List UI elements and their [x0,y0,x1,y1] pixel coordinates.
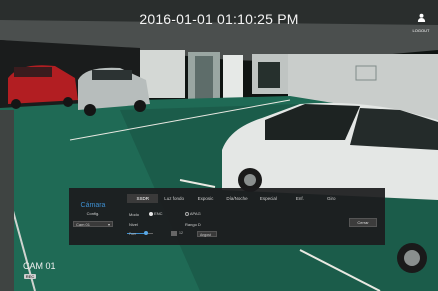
camera-select[interactable]: Cam 01 ▾ [73,221,113,227]
mode-on-option[interactable]: ENC [149,211,163,216]
mode-off-label: APAG [189,211,201,216]
panel-subtitle: Config. [86,211,100,216]
camera-feed-image [0,0,438,291]
camera-select-value: Cam 01 [76,222,91,227]
tab-focus[interactable]: Enf. [284,194,315,203]
tab-ssdr[interactable]: SSDR [127,194,159,203]
mode-on-label: ENC [154,211,163,216]
range-select[interactable]: Angost [197,231,217,237]
radio-selected-icon [149,211,153,216]
tab-special[interactable]: Especial [253,194,284,203]
tab-backlight[interactable]: Luz fondo [158,194,189,203]
slider-knob[interactable] [144,231,148,235]
tab-exposure[interactable]: Exposic [190,194,221,203]
close-button[interactable]: Cerrar [349,218,377,227]
logout-button[interactable]: LOGOUT [410,9,432,33]
range-label: Rango D [185,222,201,227]
mode-label: Modo [129,212,140,217]
level-value-box [171,231,177,236]
tab-day-night[interactable]: Día/Noche [221,194,252,203]
level-slider-label: Fuer [129,232,137,236]
ssdr-settings: Modo ENC APAG Nivel Rango D Fuer 12 Ango… [127,206,347,242]
radio-icon [185,211,189,216]
range-select-value: Angost [200,233,211,237]
chevron-down-icon: ▾ [107,222,110,227]
timestamp: 2016-01-01 01:10:25 PM [139,11,299,27]
camera-settings-panel: Cámara Config. Cam 01 ▾ SSDR Luz fondo E… [69,188,385,245]
record-icon: REC [24,274,36,279]
mode-off-option[interactable]: APAG [185,211,201,216]
user-icon [417,13,425,22]
level-value-label: 12 [179,231,183,235]
tab-rotate[interactable]: Giro [316,194,347,203]
panel-sidebar: Cámara Config. Cam 01 ▾ [69,188,117,245]
camera-name-label: CAM 01 [23,261,56,271]
camera-live-view: 2016-01-01 01:10:25 PM LOGOUT CAM 01 REC… [0,0,438,291]
logout-label: LOGOUT [412,28,430,33]
panel-title: Cámara [80,202,106,209]
level-label: Nivel [129,222,138,227]
settings-tabs: SSDR Luz fondo Exposic Día/Noche Especia… [127,194,347,203]
